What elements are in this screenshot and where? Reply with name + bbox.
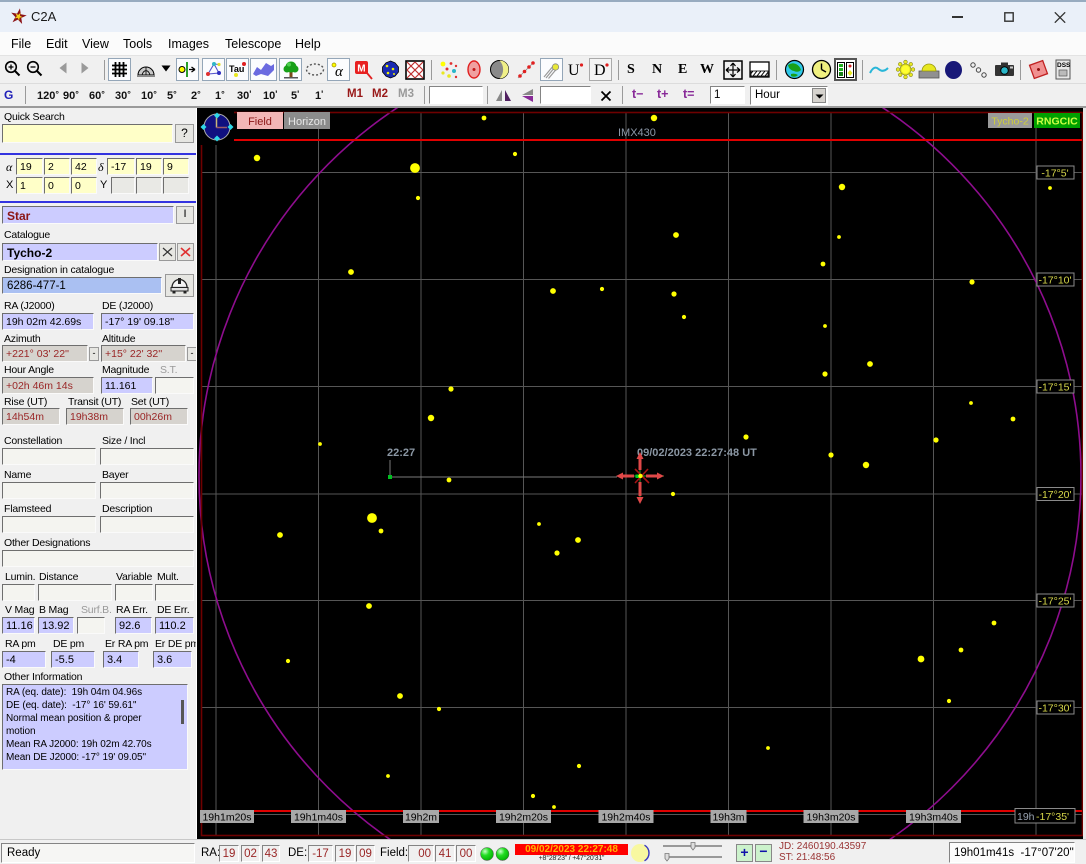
svg-text:DSS: DSS (1057, 62, 1071, 69)
svg-text:19h3m40s: 19h3m40s (909, 812, 958, 824)
svg-text:19h3m20s: 19h3m20s (806, 812, 855, 824)
svg-text:22:27: 22:27 (387, 447, 415, 459)
svg-text:M: M (357, 64, 365, 75)
svg-text:19h3m: 19h3m (712, 812, 744, 824)
svg-text:U: U (568, 62, 580, 79)
svg-text:-17°5': -17°5' (1041, 168, 1068, 180)
svg-text:-17°10': -17°10' (1038, 275, 1071, 287)
svg-text:09/02/2023 22:27:48 UT: 09/02/2023 22:27:48 UT (637, 447, 757, 459)
svg-text:α: α (335, 64, 344, 78)
svg-text:Horizon: Horizon (288, 116, 326, 128)
svg-text:Field: Field (248, 116, 272, 128)
svg-text:-17°25': -17°25' (1038, 596, 1071, 608)
svg-text:-17°30': -17°30' (1038, 703, 1071, 715)
svg-text:19h1m20s: 19h1m20s (202, 812, 251, 824)
svg-text:19h2m: 19h2m (405, 812, 437, 824)
svg-text:-17°15': -17°15' (1038, 382, 1071, 394)
svg-text:-17°35': -17°35' (1036, 811, 1069, 823)
svg-text:IMX430: IMX430 (618, 127, 656, 139)
svg-text:19h2m40s: 19h2m40s (601, 812, 650, 824)
svg-text:RNGCIC: RNGCIC (1036, 116, 1078, 128)
svg-text:Tau: Tau (229, 64, 244, 74)
svg-text:19h: 19h (1017, 811, 1035, 823)
svg-text:19h1m40s: 19h1m40s (294, 812, 343, 824)
svg-text:D: D (594, 62, 606, 79)
svg-text:Tycho-2: Tycho-2 (991, 116, 1029, 128)
svg-text:-17°20': -17°20' (1038, 489, 1071, 501)
svg-text:19h2m20s: 19h2m20s (499, 812, 548, 824)
